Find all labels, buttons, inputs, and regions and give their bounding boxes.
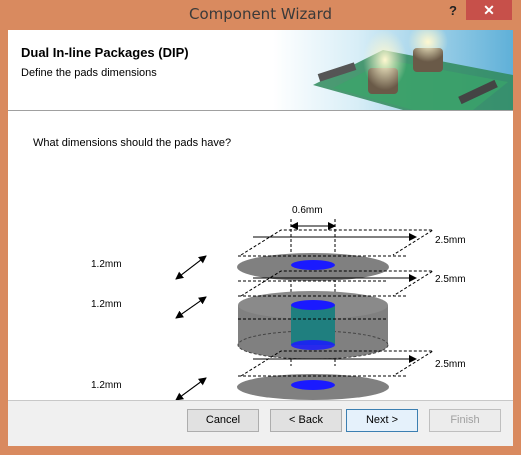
hole-size-label: 0.6mm xyxy=(292,205,323,216)
wizard-client-area: Dual In-line Packages (DIP) Define the p… xyxy=(8,30,513,446)
bottom-pad: 1.2mm 2.5mm xyxy=(91,350,466,400)
bottom-pad-width-label: 2.5mm xyxy=(435,359,466,370)
title-bar[interactable]: Component Wizard ? ✕ xyxy=(0,0,521,30)
wizard-window: Component Wizard ? ✕ Dual In-line Packag… xyxy=(0,0,521,455)
page-title: Dual In-line Packages (DIP) xyxy=(21,45,189,60)
middle-pad-height-label: 1.2mm xyxy=(91,299,122,310)
back-button[interactable]: < Back xyxy=(270,409,342,432)
footer-separator xyxy=(8,400,513,401)
next-button[interactable]: Next > xyxy=(346,409,418,432)
header-banner-image xyxy=(273,30,513,110)
wizard-header: Dual In-line Packages (DIP) Define the p… xyxy=(8,30,513,110)
finish-button[interactable]: Finish xyxy=(429,409,501,432)
page-subtitle: Define the pads dimensions xyxy=(21,67,157,79)
top-pad-width-label: 2.5mm xyxy=(435,235,466,246)
middle-pad-width-label: 2.5mm xyxy=(435,274,466,285)
pad-dimensions-diagram: 0.6mm 1.2mm 2.5mm 1.2mm 2.5mm 1.2mm 2.5m… xyxy=(91,205,466,400)
bottom-pad-height-label: 1.2mm xyxy=(91,380,122,391)
top-pad: 1.2mm 2.5mm xyxy=(91,229,466,282)
middle-pad: 1.2mm 2.5mm xyxy=(91,270,466,360)
wizard-content: What dimensions should the pads have? 0.… xyxy=(8,111,513,400)
close-button[interactable]: ✕ xyxy=(466,0,512,20)
top-pad-height-label: 1.2mm xyxy=(91,259,122,270)
help-button[interactable]: ? xyxy=(442,2,464,20)
cancel-button[interactable]: Cancel xyxy=(187,409,259,432)
